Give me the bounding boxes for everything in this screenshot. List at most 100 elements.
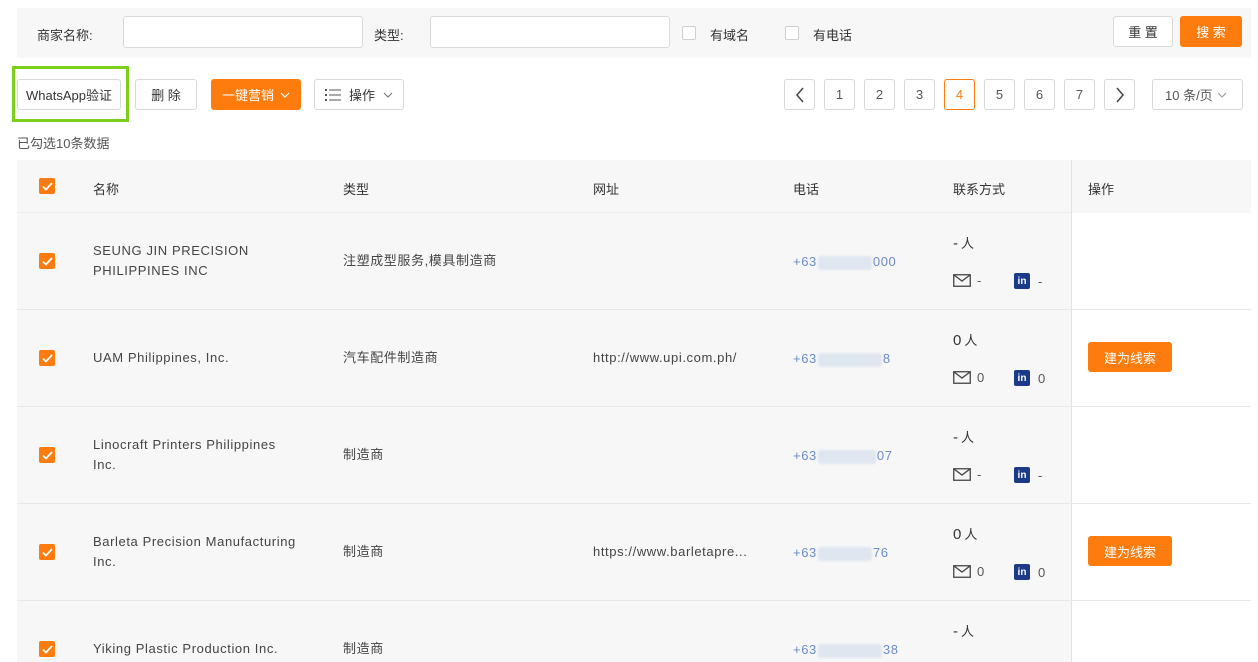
people-count: 0人 xyxy=(953,330,977,349)
selected-count-text: 已勾选10条数据 xyxy=(17,136,110,151)
table-row: Barleta Precision Manufacturing Inc. 制造商… xyxy=(17,504,1251,601)
phone-prefix: +63 xyxy=(793,448,817,463)
email-count: 0 xyxy=(953,564,984,579)
table-row: Yiking Plastic Production Inc. 制造商 +63 38… xyxy=(17,601,1251,662)
page-3-button[interactable]: 3 xyxy=(904,79,935,110)
row-phone[interactable]: +63 000 xyxy=(793,254,896,270)
row-name: Linocraft Printers Philippines Inc. xyxy=(93,437,276,472)
people-unit: 人 xyxy=(964,527,978,542)
search-button[interactable]: 搜 索 xyxy=(1180,16,1242,47)
one-click-marketing-button[interactable]: 一键营销 xyxy=(211,79,301,110)
header-type: 类型 xyxy=(343,182,370,197)
phone-masked xyxy=(817,546,872,561)
people-count: -人 xyxy=(953,621,974,640)
linkedin-icon: in xyxy=(1014,273,1030,289)
people-unit: 人 xyxy=(961,430,975,445)
merchant-name-input[interactable] xyxy=(123,16,363,48)
row-name: SEUNG JIN PRECISION PHILIPPINES INC xyxy=(93,243,249,278)
row-checkbox[interactable] xyxy=(39,350,55,366)
type-input[interactable] xyxy=(430,16,670,48)
row-type: 制造商 xyxy=(343,544,384,559)
checkmark-icon xyxy=(41,353,53,363)
checkmark-icon xyxy=(41,450,53,460)
page-4-button[interactable]: 4 xyxy=(944,79,975,110)
operations-dropdown[interactable]: 操作 xyxy=(314,79,404,110)
linkedin-count: in 0 xyxy=(1014,564,1045,580)
phone-suffix: 38 xyxy=(882,642,899,657)
phone-prefix: +63 xyxy=(793,254,817,269)
people-value: - xyxy=(953,235,958,252)
email-count: 0 xyxy=(953,370,984,385)
mail-icon xyxy=(953,371,971,384)
phone-suffix: 76 xyxy=(872,545,889,560)
next-page-button[interactable] xyxy=(1104,79,1135,110)
page-size-label: 10 条/页 xyxy=(1165,88,1213,103)
phone-masked xyxy=(817,255,872,270)
table-row: Linocraft Printers Philippines Inc. 制造商 … xyxy=(17,407,1251,504)
operations-label: 操作 xyxy=(348,88,375,103)
create-lead-button[interactable]: 建为线索 xyxy=(1088,342,1172,372)
page-1-button[interactable]: 1 xyxy=(824,79,855,110)
people-value: 0 xyxy=(953,526,962,543)
table-row: UAM Philippines, Inc. 汽车配件制造商 http://www… xyxy=(17,310,1251,407)
create-lead-button[interactable]: 建为线索 xyxy=(1088,536,1172,566)
select-all-checkbox[interactable] xyxy=(39,178,55,194)
prev-page-button[interactable] xyxy=(784,79,815,110)
email-value: - xyxy=(977,467,982,482)
type-label: 类型: xyxy=(374,28,404,43)
has-phone-label: 有电话 xyxy=(813,28,853,43)
row-phone[interactable]: +63 76 xyxy=(793,545,889,561)
row-name: Yiking Plastic Production Inc. xyxy=(93,641,279,656)
phone-prefix: +63 xyxy=(793,642,817,657)
header-website: 网址 xyxy=(593,182,620,197)
row-checkbox[interactable] xyxy=(39,253,55,269)
table-row: SEUNG JIN PRECISION PHILIPPINES INC 注塑成型… xyxy=(17,213,1251,310)
page-2-button[interactable]: 2 xyxy=(864,79,895,110)
people-count: -人 xyxy=(953,427,974,446)
people-value: 0 xyxy=(953,332,962,349)
row-website[interactable]: https://www.barletapre... xyxy=(593,542,747,562)
header-operation: 操作 xyxy=(1088,182,1115,197)
row-phone[interactable]: +63 8 xyxy=(793,351,891,367)
email-value: 0 xyxy=(977,564,985,579)
page-6-button[interactable]: 6 xyxy=(1024,79,1055,110)
row-website[interactable]: http://www.upi.com.ph/ xyxy=(593,348,737,368)
checkmark-icon xyxy=(41,181,53,191)
row-name: Barleta Precision Manufacturing Inc. xyxy=(93,534,296,569)
people-count: 0人 xyxy=(953,524,977,543)
row-type: 制造商 xyxy=(343,447,384,462)
phone-prefix: +63 xyxy=(793,545,817,560)
linkedin-value: - xyxy=(1038,467,1043,483)
row-name: UAM Philippines, Inc. xyxy=(93,350,230,365)
row-checkbox[interactable] xyxy=(39,544,55,560)
people-count: -人 xyxy=(953,233,974,252)
page-size-select[interactable]: 10 条/页 xyxy=(1152,79,1243,110)
linkedin-count: in - xyxy=(1014,467,1042,483)
phone-masked xyxy=(817,449,876,464)
people-value: - xyxy=(953,429,958,446)
page-7-button[interactable]: 7 xyxy=(1064,79,1095,110)
has-domain-checkbox[interactable] xyxy=(682,26,696,40)
mail-icon xyxy=(953,274,971,287)
row-checkbox[interactable] xyxy=(39,447,55,463)
row-phone[interactable]: +63 07 xyxy=(793,448,893,464)
linkedin-count: in - xyxy=(1014,273,1042,289)
row-operation-cell xyxy=(1071,213,1251,309)
email-count: - xyxy=(953,467,981,482)
row-checkbox[interactable] xyxy=(39,641,55,657)
search-bar: 商家名称: 类型: 有域名 有电话 重 置 搜 索 xyxy=(17,8,1251,58)
linkedin-icon: in xyxy=(1014,564,1030,580)
chevron-right-icon xyxy=(1115,87,1124,102)
linkedin-count: in 0 xyxy=(1014,370,1045,386)
page-5-button[interactable]: 5 xyxy=(984,79,1015,110)
delete-button[interactable]: 删 除 xyxy=(135,79,197,110)
reset-button[interactable]: 重 置 xyxy=(1113,16,1173,47)
phone-suffix: 000 xyxy=(872,254,897,269)
whatsapp-verify-button[interactable]: WhatsApp验证 xyxy=(17,79,121,110)
has-phone-checkbox[interactable] xyxy=(785,26,799,40)
mail-icon xyxy=(953,468,971,481)
phone-prefix: +63 xyxy=(793,351,817,366)
row-phone[interactable]: +63 38 xyxy=(793,642,899,658)
merchant-name-label: 商家名称: xyxy=(37,28,93,43)
chevron-down-icon xyxy=(1217,92,1227,98)
